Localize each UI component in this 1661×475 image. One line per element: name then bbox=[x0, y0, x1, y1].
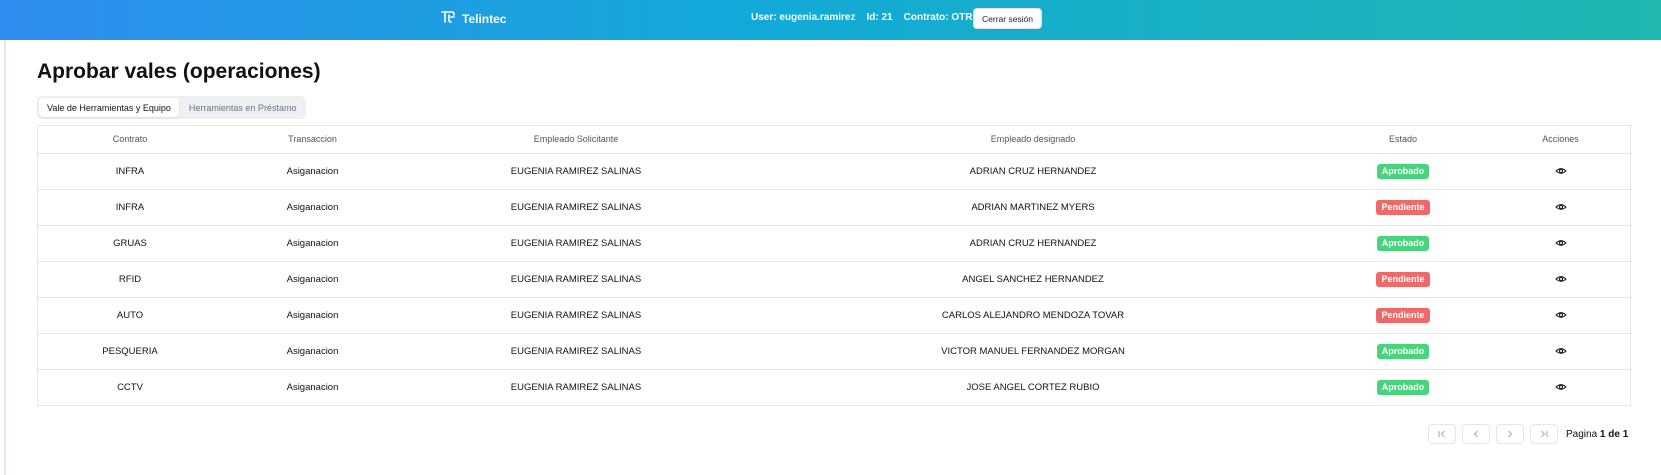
status-badge: Pendiente bbox=[1376, 199, 1430, 215]
current-page: 1 bbox=[1599, 428, 1606, 440]
cell-contrato: AUTO bbox=[38, 297, 222, 334]
cell-solicitante: EUGENIA RAMIREZ SALINAS bbox=[403, 189, 749, 226]
user-label: User: eugenia.ramirez bbox=[751, 12, 856, 23]
cell-designado: ADRIAN CRUZ HERNANDEZ bbox=[749, 225, 1317, 262]
column-header-contrato[interactable]: Contrato bbox=[38, 126, 222, 154]
first-page-icon bbox=[1438, 430, 1445, 438]
cell-acciones bbox=[1489, 297, 1632, 334]
page-title: Aprobar vales (operaciones) bbox=[37, 60, 321, 83]
cell-solicitante: EUGENIA RAMIREZ SALINAS bbox=[403, 261, 749, 298]
cell-designado: ADRIAN CRUZ HERNANDEZ bbox=[749, 153, 1317, 190]
cell-estado: Aprobado bbox=[1317, 333, 1489, 370]
eye-icon[interactable] bbox=[1554, 345, 1567, 357]
table-row: RFID Asiganacion EUGENIA RAMIREZ SALINAS AN… bbox=[38, 261, 1632, 298]
status-badge: Aprobado bbox=[1376, 235, 1430, 251]
cell-estado: Aprobado bbox=[1317, 225, 1489, 262]
cell-acciones bbox=[1489, 189, 1632, 226]
previous-page-button[interactable] bbox=[1462, 424, 1490, 444]
cell-solicitante: EUGENIA RAMIREZ SALINAS bbox=[510, 381, 642, 393]
cell-acciones bbox=[1489, 333, 1632, 370]
cell-acciones bbox=[1489, 153, 1632, 190]
cell-solicitante: EUGENIA RAMIREZ SALINAS bbox=[403, 225, 749, 262]
table-row: CCTV Asiganacion EUGENIA RAMIREZ SALINAS JO… bbox=[38, 369, 1632, 405]
cell-transaccion: Asiganacion bbox=[222, 225, 403, 262]
top-header-bar: Telintec User: eugenia.ramirez Id: 21 Co… bbox=[0, 0, 1661, 40]
cell-transaccion: Asiganacion bbox=[222, 189, 403, 226]
eye-icon[interactable] bbox=[1554, 237, 1567, 249]
table-body: INFRA Asiganacion EUGENIA RAMIREZ SALINAS A… bbox=[38, 153, 1632, 405]
column-header-acciones: Acciones bbox=[1489, 126, 1632, 154]
cell-designado: JOSE ANGEL CORTEZ RUBIO bbox=[966, 381, 1100, 393]
column-header-designado[interactable]: Empleado designado bbox=[749, 126, 1317, 154]
cell-estado: Aprobado bbox=[1317, 369, 1489, 405]
cell-solicitante: EUGENIA RAMIREZ SALINAS bbox=[403, 297, 749, 334]
cell-contrato: GRUAS bbox=[38, 225, 222, 262]
cell-contrato: CCTV bbox=[117, 381, 143, 393]
table-row: PESQUERIA Asiganacion EUGENIA RAMIREZ SALI… bbox=[38, 333, 1632, 370]
cell-transaccion: Asiganacion bbox=[222, 153, 403, 190]
pagination: Pagina 1 de 1 bbox=[1428, 424, 1628, 444]
page-indicator: Pagina 1 de 1 bbox=[1566, 429, 1628, 440]
cell-transaccion: Asiganacion bbox=[222, 333, 403, 370]
cell-contrato: INFRA bbox=[38, 189, 222, 226]
table-row: GRUAS Asiganacion EUGENIA RAMIREZ SALINAS A… bbox=[38, 225, 1632, 262]
status-badge: Aprobado bbox=[1376, 163, 1430, 179]
user-info: User: eugenia.ramirez Id: 21 Contrato: O… bbox=[751, 12, 987, 23]
tab-vale-herramientas[interactable]: Vale de Herramientas y Equipo bbox=[39, 98, 179, 117]
eye-icon[interactable] bbox=[1554, 201, 1567, 213]
cell-designado: CARLOS ALEJANDRO MENDOZA TOVAR bbox=[749, 297, 1317, 334]
last-page-button[interactable] bbox=[1530, 424, 1558, 444]
first-page-button[interactable] bbox=[1428, 424, 1456, 444]
cell-acciones bbox=[1489, 225, 1632, 262]
chevron-left-icon bbox=[1473, 430, 1478, 438]
cell-designado: VICTOR MANUEL FERNANDEZ MORGAN bbox=[749, 333, 1317, 370]
status-badge: Aprobado bbox=[1376, 343, 1430, 359]
column-header-transaccion[interactable]: Transaccion bbox=[222, 126, 403, 154]
table-header-row: Contrato Transaccion Empleado Solicitant… bbox=[38, 126, 1632, 154]
left-divider bbox=[4, 40, 6, 475]
cell-transaccion: Asiganacion bbox=[222, 261, 403, 298]
cell-designado: ANGEL SANCHEZ HERNANDEZ bbox=[749, 261, 1317, 298]
tab-list: Vale de Herramientas y Equipo Herramient… bbox=[37, 96, 307, 119]
cell-contrato: INFRA bbox=[38, 153, 222, 190]
column-header-solicitante[interactable]: Empleado Solicitante bbox=[403, 126, 749, 154]
page-separator: de bbox=[1608, 428, 1620, 440]
cell-acciones bbox=[1489, 261, 1632, 298]
eye-icon[interactable] bbox=[1554, 309, 1567, 321]
cell-contrato: RFID bbox=[38, 261, 222, 298]
cell-solicitante: EUGENIA RAMIREZ SALINAS bbox=[403, 333, 749, 370]
status-badge: Aprobado bbox=[1376, 379, 1430, 395]
tab-herramientas-prestamo[interactable]: Herramientas en Préstamo bbox=[181, 98, 305, 117]
telintec-logo-icon bbox=[440, 9, 456, 28]
next-page-button[interactable] bbox=[1496, 424, 1524, 444]
eye-icon[interactable] bbox=[1554, 381, 1567, 393]
logout-button[interactable]: Cerrar sesión bbox=[973, 8, 1043, 29]
table-row: INFRA Asiganacion EUGENIA RAMIREZ SALINAS A… bbox=[38, 189, 1632, 226]
cell-solicitante: EUGENIA RAMIREZ SALINAS bbox=[403, 153, 749, 190]
cell-estado: Pendiente bbox=[1317, 261, 1489, 298]
brand-name: Telintec bbox=[462, 11, 507, 26]
brand[interactable]: Telintec bbox=[440, 9, 506, 28]
cell-contrato: PESQUERIA bbox=[38, 333, 222, 370]
vales-table: Contrato Transaccion Empleado Solicitant… bbox=[37, 125, 1632, 406]
cell-transaccion: Asiganacion bbox=[222, 297, 403, 334]
table-row: AUTO Asiganacion EUGENIA RAMIREZ SALINAS CA… bbox=[38, 297, 1632, 334]
cell-acciones bbox=[1489, 369, 1632, 405]
eye-icon[interactable] bbox=[1554, 165, 1567, 177]
id-label: Id: 21 bbox=[866, 12, 893, 23]
column-header-estado[interactable]: Estado bbox=[1317, 126, 1489, 154]
status-badge: Pendiente bbox=[1376, 307, 1430, 323]
chevron-right-icon bbox=[1508, 430, 1513, 438]
last-page-icon bbox=[1541, 430, 1548, 438]
table-row: INFRA Asiganacion EUGENIA RAMIREZ SALINAS A… bbox=[38, 153, 1632, 190]
cell-estado: Pendiente bbox=[1317, 189, 1489, 226]
status-badge: Pendiente bbox=[1376, 271, 1430, 287]
cell-designado: ADRIAN MARTINEZ MYERS bbox=[749, 189, 1317, 226]
eye-icon[interactable] bbox=[1554, 273, 1567, 285]
cell-transaccion: Asiganacion bbox=[286, 381, 339, 393]
cell-estado: Aprobado bbox=[1317, 153, 1489, 190]
page-prefix: Pagina bbox=[1566, 428, 1598, 440]
total-pages: 1 bbox=[1622, 428, 1629, 440]
cell-estado: Pendiente bbox=[1317, 297, 1489, 334]
